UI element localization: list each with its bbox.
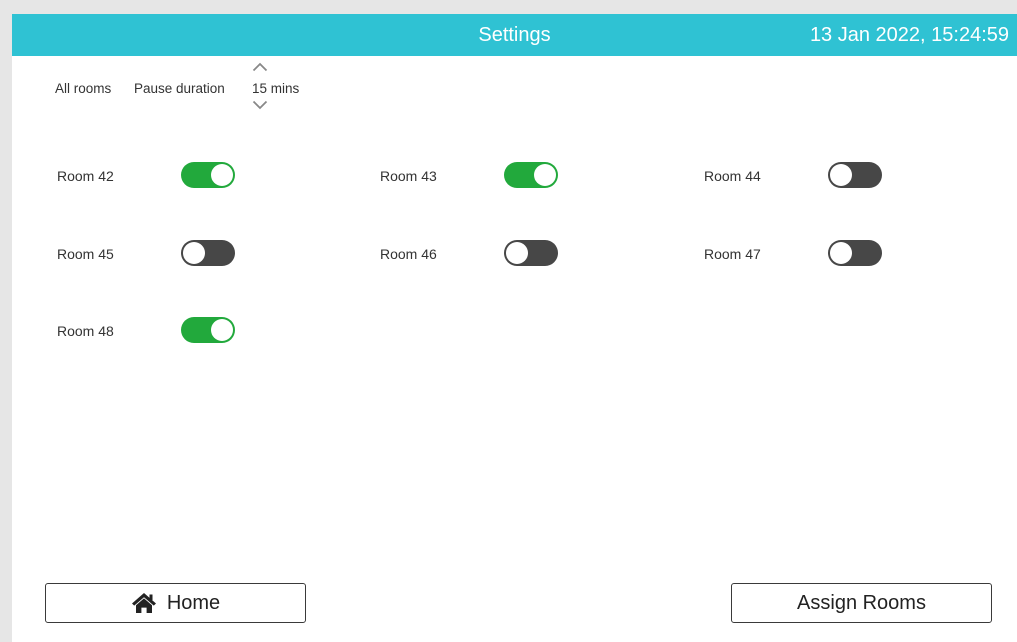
toggle-knob <box>183 242 205 264</box>
home-button[interactable]: Home <box>45 583 306 623</box>
room-toggle[interactable] <box>828 240 882 266</box>
room-label: Room 46 <box>380 246 437 262</box>
all-rooms-label: All rooms <box>55 81 112 96</box>
toggle-knob <box>211 319 233 341</box>
room-label: Room 45 <box>57 246 114 262</box>
chevron-down-icon[interactable] <box>252 100 268 110</box>
room-label: Room 43 <box>380 168 437 184</box>
room-label: Room 44 <box>704 168 761 184</box>
toggle-knob <box>830 242 852 264</box>
datetime-display: 13 Jan 2022, 15:24:59 <box>809 24 1009 46</box>
home-icon <box>131 592 157 614</box>
chevron-up-icon[interactable] <box>252 62 268 72</box>
room-label: Room 47 <box>704 246 761 262</box>
room-toggle[interactable] <box>504 240 558 266</box>
pause-duration-value: 15 mins <box>252 81 300 96</box>
room-toggle[interactable] <box>181 240 235 266</box>
toggle-knob <box>534 164 556 186</box>
pause-duration-label: Pause duration <box>134 81 225 96</box>
room-toggle[interactable] <box>828 162 882 188</box>
toggle-knob <box>830 164 852 186</box>
pause-duration-stepper[interactable]: 15 mins <box>248 58 308 112</box>
settings-window: Settings 13 Jan 2022, 15:24:59 All rooms… <box>12 14 1017 642</box>
assign-rooms-button-label: Assign Rooms <box>797 591 926 614</box>
room-toggle[interactable] <box>181 317 235 343</box>
home-button-label: Home <box>166 591 221 614</box>
toggle-knob <box>506 242 528 264</box>
room-toggle[interactable] <box>504 162 558 188</box>
title-bar: Settings 13 Jan 2022, 15:24:59 <box>12 14 1017 56</box>
toggle-knob <box>211 164 233 186</box>
room-label: Room 42 <box>57 168 114 184</box>
room-toggle[interactable] <box>181 162 235 188</box>
room-label: Room 48 <box>57 323 114 339</box>
assign-rooms-button[interactable]: Assign Rooms <box>731 583 992 623</box>
